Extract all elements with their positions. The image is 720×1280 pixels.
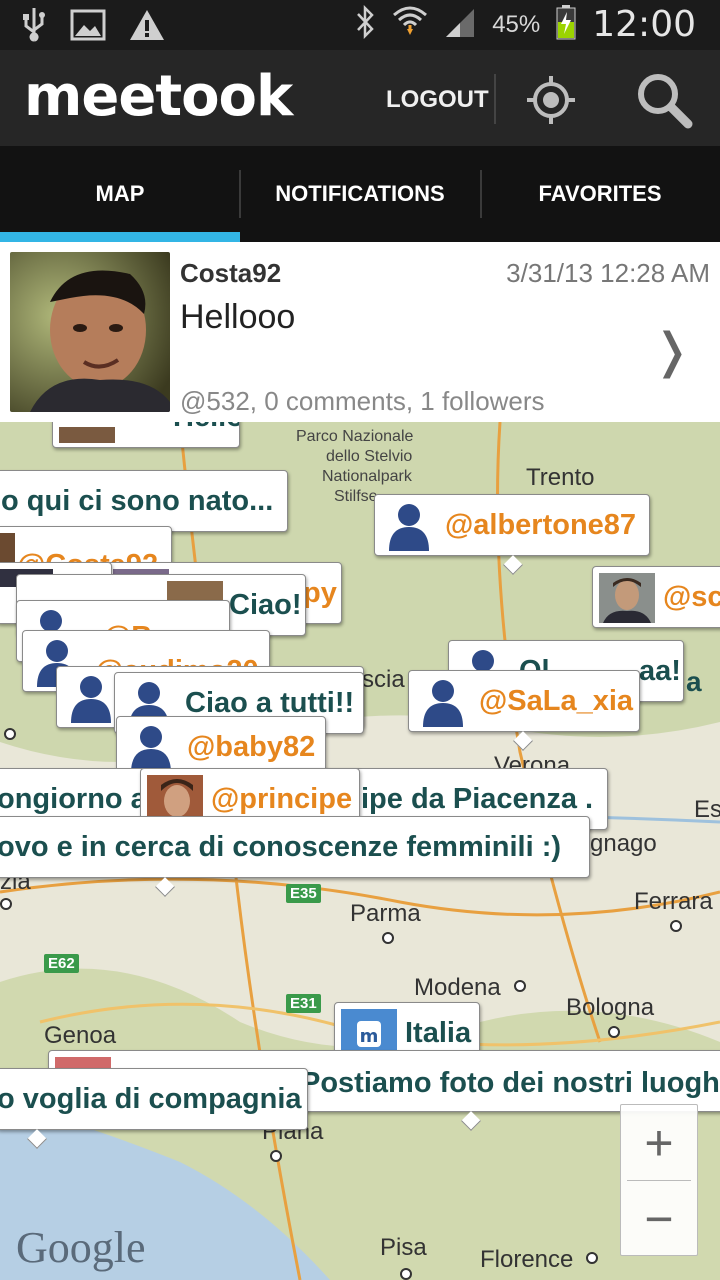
bubble-text: @principe — [211, 783, 353, 815]
map-label: Parco Nazionale — [296, 428, 414, 445]
battery-percent: 45% — [492, 10, 541, 38]
tab-map[interactable]: MAP — [0, 146, 240, 242]
map-label: Est — [694, 796, 720, 823]
card-message: Hellooo — [180, 298, 296, 336]
city-marker — [400, 1268, 412, 1280]
search-button[interactable] — [632, 70, 696, 130]
map-label: Modena — [414, 974, 501, 1001]
image-icon — [70, 9, 106, 46]
google-logo: Google — [16, 1223, 146, 1272]
map-label: Pisa — [380, 1234, 427, 1261]
usb-icon — [20, 6, 48, 49]
card-stats: @532, 0 comments, 1 followers — [180, 386, 545, 416]
clock: 12:00 — [592, 4, 696, 45]
city-marker — [670, 920, 682, 932]
card-timestamp: 3/31/13 12:28 AM — [506, 258, 710, 288]
bluetooth-icon — [354, 4, 376, 44]
map-label: dello Stelvio — [326, 448, 413, 465]
city-marker — [382, 932, 394, 944]
card-username: Costa92 — [180, 258, 282, 288]
bubble-text: o qui ci sono nato... — [1, 485, 274, 517]
bubble-text: ongiorno a — [0, 783, 147, 815]
map-label: gnago — [590, 830, 657, 857]
city-marker — [514, 980, 526, 992]
road-label: E62 — [44, 954, 79, 973]
map-post-bubble[interactable]: @sc — [592, 566, 720, 628]
bubble-text: o voglia di compagnia — [0, 1083, 302, 1115]
action-bar-divider — [494, 74, 496, 124]
search-icon — [632, 74, 696, 134]
bubble-text: py — [303, 577, 337, 609]
map-post-bubble[interactable]: @albertone87 — [374, 494, 650, 556]
map-label: Parma — [350, 900, 421, 927]
zoom-in-button[interactable]: + — [621, 1105, 697, 1180]
location-icon — [522, 76, 580, 130]
tab-selected-indicator — [0, 232, 240, 242]
my-location-button[interactable] — [522, 74, 580, 126]
user-avatar-icon — [63, 673, 119, 723]
bubble-text: @SaLa_xia — [479, 685, 634, 717]
city-marker — [0, 898, 12, 910]
bubble-text: @albertone87 — [445, 509, 637, 541]
user-avatar-icon — [381, 501, 437, 551]
map-label: Stilfse — [334, 488, 378, 505]
road-label: E35 — [286, 884, 321, 903]
avatar — [59, 427, 115, 443]
bubble-text: Postiamo foto dei nostri luoghi — [301, 1067, 720, 1099]
map-post-bubble[interactable]: Hellooo — [52, 422, 240, 448]
bubble-text: Ciao! — [229, 589, 302, 621]
user-avatar-icon — [123, 723, 179, 773]
svg-text:m: m — [360, 1026, 379, 1047]
avatar[interactable] — [10, 252, 170, 412]
city-marker — [586, 1252, 598, 1264]
warning-icon — [128, 8, 166, 47]
road-label: E31 — [286, 994, 321, 1013]
bubble-text: Italia — [405, 1017, 472, 1049]
map-post-bubble[interactable]: @SaLa_xia — [408, 670, 640, 732]
status-bar: 45% 12:00 — [0, 0, 720, 50]
battery-charging-icon — [556, 4, 576, 45]
map-view[interactable]: Parco Nazionale dello Stelvio Nationalpa… — [0, 422, 720, 1280]
signal-icon — [444, 5, 476, 44]
chevron-right-icon[interactable]: ❭ — [652, 328, 692, 376]
tab-favorites[interactable]: FAVORITES — [480, 146, 720, 242]
map-label: scia — [362, 666, 405, 693]
map-post-bubble[interactable]: o voglia di compagnia — [0, 1068, 308, 1130]
logout-button[interactable]: LOGOUT — [386, 86, 489, 114]
bubble-text: a — [686, 666, 702, 697]
app-logo: meetook — [24, 64, 293, 129]
user-avatar-icon — [415, 677, 471, 727]
zoom-controls: + − — [620, 1104, 698, 1256]
city-marker — [608, 1026, 620, 1038]
bubble-text: @baby82 — [187, 731, 316, 763]
map-label: Genoa — [44, 1022, 117, 1049]
map-post-bubble[interactable]: ovo e in cerca di conoscenze femminili :… — [0, 816, 590, 878]
bubble-text: Hellooo — [173, 422, 239, 435]
bubble-text: @sc — [663, 581, 720, 613]
map-label: Bologna — [566, 994, 655, 1021]
tab-notifications[interactable]: NOTIFICATIONS — [240, 146, 480, 242]
avatar — [599, 573, 655, 623]
wifi-icon — [392, 5, 428, 44]
map-post-bubble[interactable]: o qui ci sono nato... — [0, 470, 288, 532]
zoom-out-button[interactable]: − — [621, 1181, 697, 1256]
message-card[interactable]: Costa92 3/31/13 12:28 AM Hellooo @532, 0… — [0, 242, 720, 422]
map-label: Ferrara — [634, 888, 713, 915]
city-marker — [4, 728, 16, 740]
tab-bar: MAP NOTIFICATIONS FAVORITES — [0, 146, 720, 242]
bubble-text: aa! — [639, 655, 681, 687]
city-marker — [270, 1150, 282, 1162]
bubble-text: ipe da Piacenza . — [361, 783, 594, 815]
map-label: Nationalpark — [322, 468, 412, 485]
map-label: Trento — [526, 464, 595, 491]
action-bar: meetook LOGOUT — [0, 50, 720, 146]
map-label: Florence — [480, 1246, 574, 1273]
bubble-text: ovo e in cerca di conoscenze femminili :… — [0, 831, 562, 863]
